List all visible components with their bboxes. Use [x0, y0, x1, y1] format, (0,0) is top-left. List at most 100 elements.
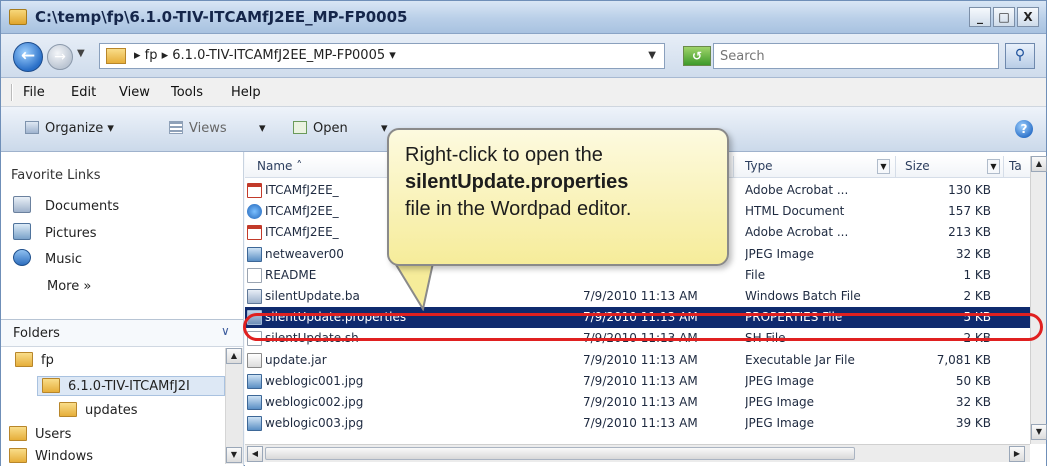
back-button[interactable]: ←: [13, 42, 43, 72]
tree-item-fp[interactable]: fp: [15, 352, 54, 368]
tree-item-fp-label: fp: [41, 353, 54, 368]
callout-line-3: file in the Wordpad editor.: [405, 198, 632, 220]
cell-size: 130 KB: [948, 183, 991, 197]
scroll-up-icon[interactable]: ▲: [226, 348, 242, 364]
selected-row-highlight: [243, 313, 1043, 341]
chevron-down-icon[interactable]: ∨: [221, 324, 230, 338]
forward-button[interactable]: →: [47, 44, 73, 70]
image-icon: [247, 246, 262, 262]
scroll-thumb[interactable]: [265, 447, 855, 460]
cell-date: 7/9/2010 11:13 AM: [583, 373, 698, 388]
open-button[interactable]: Open: [293, 121, 348, 136]
cell-size: 32 KB: [955, 246, 991, 261]
title-bar[interactable]: C:\temp\fp\6.1.0-TIV-ITCAMfJ2EE_MP-FP000…: [1, 1, 1046, 34]
cell-size: 157 KB: [948, 204, 991, 219]
column-tags[interactable]: Ta: [1009, 159, 1022, 173]
tree-item-updates[interactable]: updates: [59, 402, 138, 418]
scroll-left-icon[interactable]: ◀: [247, 446, 263, 462]
maximize-button[interactable]: □: [993, 7, 1015, 27]
menu-file[interactable]: File: [23, 85, 45, 100]
music-icon: [13, 249, 31, 266]
search-icon[interactable]: ⚲: [1005, 43, 1035, 69]
menu-tools[interactable]: Tools: [171, 85, 203, 100]
pdf-icon: [247, 183, 262, 198]
organize-button[interactable]: Organize ▾: [25, 121, 114, 136]
folder-icon: [15, 352, 33, 367]
more-favorites-link[interactable]: More »: [47, 279, 91, 294]
scroll-up-icon[interactable]: ▲: [1031, 156, 1047, 172]
pictures-icon: [13, 223, 31, 240]
file-icon: [247, 267, 262, 283]
table-row[interactable]: weblogic003.jpg 7/9/2010 11:13 AM JPEG Ima…: [245, 413, 1030, 434]
tree-item-users-label: Users: [35, 427, 72, 442]
cell-date: 7/9/2010 11:13 AM: [583, 416, 698, 431]
help-icon[interactable]: ?: [1015, 120, 1033, 138]
cell-type: File: [745, 267, 766, 282]
minimize-button[interactable]: _: [969, 7, 991, 27]
refresh-button[interactable]: ↺: [683, 46, 711, 66]
favorite-links-heading: Favorite Links: [11, 168, 101, 183]
cell-type: JPEG Image: [745, 395, 815, 409]
cell-type: JPEG Image: [745, 416, 815, 431]
table-row[interactable]: update.jar 7/9/2010 11:13 AM Executable Ja…: [245, 350, 1030, 371]
favorite-music[interactable]: Music: [13, 249, 82, 267]
image-icon: [247, 416, 262, 432]
column-size[interactable]: Size: [905, 159, 930, 173]
file-list-scrollbar[interactable]: ▲ ▼: [1030, 156, 1047, 444]
address-dropdown-icon[interactable]: ▼: [648, 50, 656, 61]
address-input[interactable]: ▸ fp ▸ 6.1.0-TIV-ITCAMfJ2EE_MP-FP0005 ▾ …: [99, 43, 665, 69]
cell-date: 7/9/2010 11:13 AM: [583, 395, 698, 409]
callout-line-2: silentUpdate.properties: [405, 169, 711, 196]
table-row[interactable]: README File 1 KB: [245, 265, 1030, 286]
documents-icon: [13, 196, 31, 213]
favorite-documents-label: Documents: [45, 199, 120, 214]
column-name[interactable]: Name ˄: [257, 159, 302, 173]
menu-view[interactable]: View: [119, 85, 150, 100]
views-dropdown[interactable]: ▾: [259, 121, 266, 136]
scroll-down-icon[interactable]: ▼: [1031, 424, 1047, 440]
tree-item-fixpack[interactable]: 6.1.0-TIV-ITCAMfJ2I: [37, 376, 225, 396]
explorer-window: C:\temp\fp\6.1.0-TIV-ITCAMfJ2EE_MP-FP000…: [0, 0, 1047, 466]
cell-size: 7,081 KB: [936, 352, 991, 367]
tree-item-windows[interactable]: Windows: [9, 448, 93, 464]
table-row[interactable]: weblogic002.jpg 7/9/2010 11:13 AM JPEG Ima…: [245, 392, 1030, 413]
close-button[interactable]: X: [1017, 7, 1039, 27]
tree-item-updates-label: updates: [85, 403, 138, 418]
scroll-right-icon[interactable]: ▶: [1009, 446, 1025, 462]
address-path[interactable]: ▸ fp ▸ 6.1.0-TIV-ITCAMfJ2EE_MP-FP0005 ▾: [134, 48, 396, 63]
scroll-down-icon[interactable]: ▼: [226, 447, 242, 463]
cell-type: HTML Document: [745, 204, 845, 219]
column-type[interactable]: Type: [745, 159, 773, 173]
search-box[interactable]: [713, 43, 999, 69]
callout-filename: silentUpdate.properties: [405, 171, 629, 193]
favorite-music-label: Music: [45, 252, 82, 267]
cell-size: 50 KB: [955, 373, 991, 388]
favorite-documents[interactable]: Documents: [13, 196, 119, 214]
organize-label: Organize: [45, 121, 104, 136]
open-dropdown[interactable]: ▾: [381, 121, 388, 136]
callout-pointer: [393, 263, 435, 311]
table-row[interactable]: silentUpdate.ba 7/9/2010 11:13 AM Windows …: [245, 286, 1030, 307]
folders-header[interactable]: Folders ∨: [1, 319, 243, 347]
recent-pages-dropdown[interactable]: ▼: [77, 48, 85, 59]
column-divider[interactable]: [733, 156, 734, 178]
menu-help[interactable]: Help: [231, 85, 261, 100]
column-divider[interactable]: [1003, 156, 1004, 178]
image-icon: [247, 395, 262, 410]
type-filter-dropdown[interactable]: ▼: [877, 159, 890, 174]
favorite-pictures[interactable]: Pictures: [13, 223, 96, 241]
tree-item-fixpack-label: 6.1.0-TIV-ITCAMfJ2I: [68, 379, 190, 394]
size-filter-dropdown[interactable]: ▼: [987, 159, 1000, 174]
horizontal-scrollbar[interactable]: ◀ ▶: [245, 444, 1030, 462]
batch-icon: [247, 289, 262, 304]
search-input[interactable]: [714, 44, 998, 68]
tree-item-users[interactable]: Users: [9, 426, 71, 442]
table-row[interactable]: weblogic001.jpg 7/9/2010 11:13 AM JPEG Ima…: [245, 371, 1030, 392]
column-divider[interactable]: [895, 156, 896, 178]
cell-size: 32 KB: [955, 395, 991, 409]
folders-scrollbar[interactable]: ▲ ▼: [225, 348, 243, 464]
cell-type: Executable Jar File: [745, 352, 855, 367]
views-button[interactable]: Views: [169, 121, 227, 136]
cell-size: 2 KB: [963, 289, 991, 303]
menu-edit[interactable]: Edit: [71, 85, 96, 100]
